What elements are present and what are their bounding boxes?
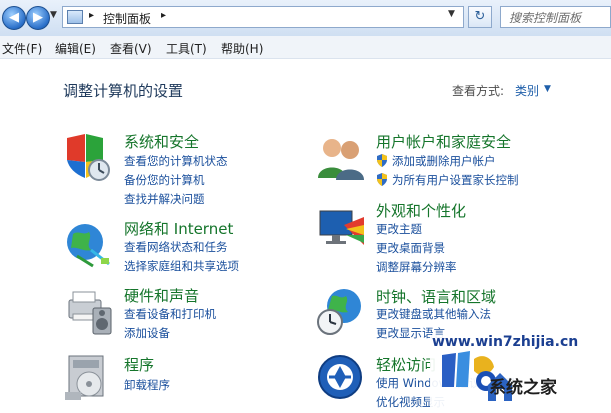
view-by-dropdown[interactable]: 类别 xyxy=(515,82,539,99)
chevron-down-icon[interactable]: ▼ xyxy=(544,84,551,94)
link-troubleshoot[interactable]: 查找并解决问题 xyxy=(124,191,205,207)
watermark-url: www.win7zhijia.cn xyxy=(432,334,579,350)
menu-bar: 文件(F) 编辑(E) 查看(V) 工具(T) 帮助(H) xyxy=(0,36,611,59)
link-change-desktop-background[interactable]: 更改桌面背景 xyxy=(376,240,445,256)
link-add-remove-accounts[interactable]: 添加或删除用户帐户 xyxy=(392,153,496,169)
category-title-network[interactable]: 网络和 Internet xyxy=(124,218,233,239)
menu-file[interactable]: 文件(F) xyxy=(2,40,42,57)
link-uninstall-program[interactable]: 卸载程序 xyxy=(124,377,170,393)
control-panel-icon xyxy=(67,10,83,24)
link-add-device[interactable]: 添加设备 xyxy=(124,325,170,341)
link-backup-computer[interactable]: 备份您的计算机 xyxy=(124,172,205,188)
menu-edit[interactable]: 编辑(E) xyxy=(55,40,96,57)
menu-tools[interactable]: 工具(T) xyxy=(166,40,207,57)
breadcrumb-control-panel[interactable]: 控制面板 xyxy=(103,10,151,27)
category-title-appearance[interactable]: 外观和个性化 xyxy=(376,200,466,221)
category-title-hardware-sound[interactable]: 硬件和声音 xyxy=(124,285,199,306)
arrow-left-icon: ◀ xyxy=(9,10,19,25)
watermark-text: 系统之家 xyxy=(489,378,557,398)
ease-of-access-icon[interactable] xyxy=(316,352,366,402)
address-input[interactable]: ▸ 控制面板 ▸ xyxy=(62,6,464,28)
link-change-theme[interactable]: 更改主题 xyxy=(376,221,422,237)
category-title-ease-of-access[interactable]: 轻松访问 xyxy=(376,354,436,375)
recent-pages-dropdown[interactable]: ▼ xyxy=(50,10,57,20)
link-parental-controls[interactable]: 为所有用户设置家长控制 xyxy=(392,172,519,188)
link-homegroup-sharing[interactable]: 选择家庭组和共享选项 xyxy=(124,258,239,274)
chevron-down-icon: ▼ xyxy=(448,9,455,19)
page-title: 调整计算机的设置 xyxy=(63,82,184,100)
back-button[interactable]: ◀ xyxy=(2,6,26,30)
address-bar: ◀ ▶ ▼ ▸ 控制面板 ▸ ▼ ↻ 搜索控制面板 xyxy=(0,0,611,37)
search-input[interactable]: 搜索控制面板 xyxy=(500,6,611,28)
arrow-right-icon: ▶ xyxy=(33,10,43,25)
link-view-computer-status[interactable]: 查看您的计算机状态 xyxy=(124,153,228,169)
clock-language-icon[interactable] xyxy=(316,286,366,336)
forward-button[interactable]: ▶ xyxy=(26,6,50,30)
menu-help[interactable]: 帮助(H) xyxy=(221,40,263,57)
programs-icon[interactable] xyxy=(63,352,113,402)
uac-shield-icon xyxy=(377,154,387,167)
hardware-sound-icon[interactable] xyxy=(63,284,115,336)
chevron-down-icon: ▼ xyxy=(50,10,57,20)
link-change-keyboard-input[interactable]: 更改键盘或其他输入法 xyxy=(376,306,491,322)
menu-view[interactable]: 查看(V) xyxy=(110,40,152,57)
breadcrumb-separator[interactable]: ▸ xyxy=(161,10,166,21)
view-by-label: 查看方式: xyxy=(452,84,505,98)
network-icon[interactable] xyxy=(63,220,113,270)
link-devices-printers[interactable]: 查看设备和打印机 xyxy=(124,306,216,322)
address-dropdown[interactable]: ▼ xyxy=(448,9,455,19)
refresh-button[interactable]: ↻ xyxy=(468,6,492,28)
category-title-system-security[interactable]: 系统和安全 xyxy=(124,131,199,152)
system-security-icon[interactable] xyxy=(63,132,113,182)
user-accounts-icon[interactable] xyxy=(316,134,366,184)
appearance-icon[interactable] xyxy=(316,205,366,255)
link-view-network-status[interactable]: 查看网络状态和任务 xyxy=(124,239,228,255)
breadcrumb-separator[interactable]: ▸ xyxy=(89,10,94,21)
uac-shield-icon xyxy=(377,173,387,186)
refresh-icon: ↻ xyxy=(474,9,486,24)
category-title-programs[interactable]: 程序 xyxy=(124,354,154,375)
category-title-clock-language[interactable]: 时钟、语言和区域 xyxy=(376,286,496,307)
link-adjust-resolution[interactable]: 调整屏幕分辨率 xyxy=(376,259,457,275)
category-title-user-accounts[interactable]: 用户帐户和家庭安全 xyxy=(376,131,511,152)
